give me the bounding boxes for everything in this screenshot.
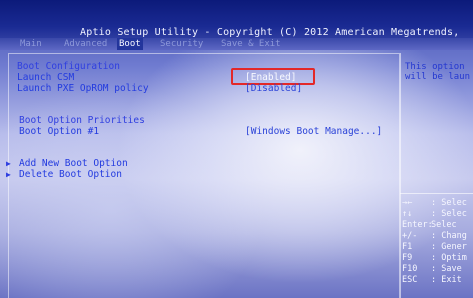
delete-boot-option-item[interactable]: Delete Boot Option bbox=[19, 169, 122, 180]
boot-priorities-heading: Boot Option Priorities bbox=[19, 115, 145, 126]
launch-csm-label[interactable]: Launch CSM bbox=[17, 72, 74, 83]
tab-main[interactable]: Main bbox=[20, 38, 42, 50]
boot-option-1-value[interactable]: [Windows Boot Manage...] bbox=[245, 126, 382, 137]
key-desc-save: : Save bbox=[431, 264, 462, 274]
tab-security[interactable]: Security bbox=[160, 38, 203, 50]
help-divider bbox=[400, 193, 473, 194]
key-desc-change: : Chang bbox=[431, 231, 467, 241]
key-f1: F1 bbox=[402, 242, 413, 252]
key-desc-select-item: : Selec bbox=[431, 209, 467, 219]
key-desc-select-screen: : Selec bbox=[431, 198, 467, 208]
tab-boot[interactable]: Boot bbox=[117, 38, 143, 50]
key-up-down: ↑↓ bbox=[402, 209, 413, 219]
key-left-right: →← bbox=[402, 198, 413, 208]
tab-save-exit[interactable]: Save & Exit bbox=[221, 38, 281, 50]
key-f10: F10 bbox=[402, 264, 418, 274]
help-text-line1: This option bbox=[405, 62, 465, 72]
launch-pxe-value[interactable]: [Disabled] bbox=[245, 83, 302, 94]
key-desc-select: Selec bbox=[431, 220, 457, 230]
launch-csm-value[interactable]: [Enabled] bbox=[245, 72, 296, 83]
tab-advanced[interactable]: Advanced bbox=[64, 38, 107, 50]
add-boot-option-item[interactable]: Add New Boot Option bbox=[19, 158, 128, 169]
key-desc-optimized: : Optim bbox=[431, 253, 467, 263]
help-text-line2: will be laun bbox=[405, 72, 471, 82]
window-title: Aptio Setup Utility - Copyright (C) 2012… bbox=[80, 27, 460, 38]
key-plus-minus: +/- bbox=[402, 231, 418, 241]
key-esc: ESC bbox=[402, 275, 418, 285]
key-f9: F9 bbox=[402, 253, 413, 263]
launch-pxe-label[interactable]: Launch PXE OpROM policy bbox=[17, 83, 149, 94]
submenu-arrow-icon: ▶ bbox=[6, 170, 11, 179]
key-desc-exit: : Exit bbox=[431, 275, 462, 285]
key-enter: Enter: bbox=[402, 220, 433, 230]
bios-screen: Aptio Setup Utility - Copyright (C) 2012… bbox=[0, 0, 473, 298]
submenu-arrow-icon: ▶ bbox=[6, 159, 11, 168]
boot-configuration-heading: Boot Configuration bbox=[17, 61, 120, 72]
key-desc-general-help: : Gener bbox=[431, 242, 467, 252]
boot-option-1-label[interactable]: Boot Option #1 bbox=[19, 126, 99, 137]
